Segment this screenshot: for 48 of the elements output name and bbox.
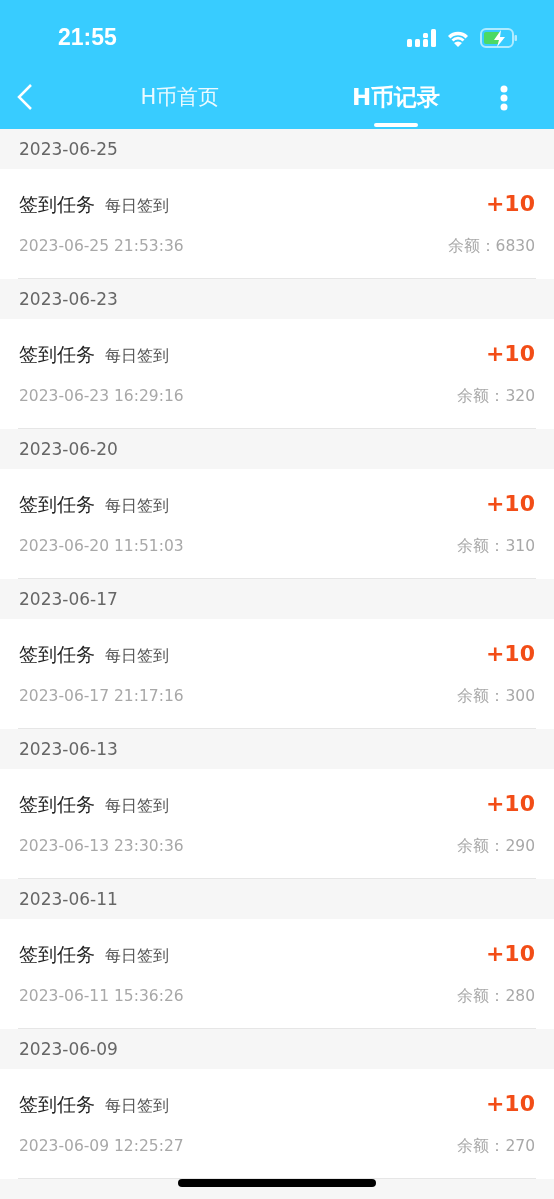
- record-title: 签到任务: [19, 192, 95, 217]
- signal-icon: [407, 28, 436, 47]
- record-title: 签到任务: [19, 1092, 95, 1117]
- record-time: 2023-06-17 21:17:16: [19, 687, 184, 705]
- record-title: 签到任务: [19, 342, 95, 367]
- balance-text: 余额：6830: [447, 236, 535, 257]
- date-header: 2023-06-11: [19, 889, 118, 909]
- balance-text: 余额：300: [457, 686, 535, 707]
- status-time: 21:55: [58, 24, 117, 51]
- record-title: 签到任务: [19, 492, 95, 517]
- coin-amount: +10: [485, 641, 535, 666]
- battery-icon: [480, 27, 518, 48]
- record-time: 2023-06-20 11:51:03: [19, 537, 184, 555]
- nav-tab[interactable]: H币首页: [100, 81, 260, 123]
- coin-amount: +10: [485, 941, 535, 966]
- record-time: 2023-06-25 21:53:36: [19, 237, 184, 255]
- record-time: 2023-06-13 23:30:36: [19, 837, 184, 855]
- balance-text: 余额：310: [457, 536, 535, 557]
- record-subtitle: 每日签到: [105, 946, 169, 967]
- record-subtitle: 每日签到: [105, 346, 169, 367]
- date-header: 2023-06-20: [19, 439, 118, 459]
- record-subtitle: 每日签到: [105, 646, 169, 667]
- record-subtitle: 每日签到: [105, 1096, 169, 1117]
- balance-text: 余额：280: [457, 986, 535, 1007]
- coin-amount: +10: [485, 191, 535, 216]
- record-subtitle: 每日签到: [105, 196, 169, 217]
- record-title: 签到任务: [19, 792, 95, 817]
- date-header: 2023-06-25: [19, 139, 118, 159]
- record-subtitle: 每日签到: [105, 496, 169, 517]
- balance-text: 余额：270: [457, 1136, 535, 1157]
- record-time: 2023-06-11 15:36:26: [19, 987, 184, 1005]
- record-time: 2023-06-23 16:29:16: [19, 387, 184, 405]
- record-subtitle: 每日签到: [105, 796, 169, 817]
- record-time: 2023-06-09 12:25:27: [19, 1137, 184, 1155]
- coin-amount: +10: [485, 791, 535, 816]
- back-icon[interactable]: [16, 83, 34, 111]
- coin-amount: +10: [485, 341, 535, 366]
- coin-amount: +10: [485, 1091, 535, 1116]
- date-header: 2023-06-13: [19, 739, 118, 759]
- balance-text: 余额：320: [457, 386, 535, 407]
- date-header: 2023-06-09: [19, 1039, 118, 1059]
- date-header: 2023-06-17: [19, 589, 118, 609]
- date-header: 2023-06-23: [19, 289, 118, 309]
- record-title: 签到任务: [19, 642, 95, 667]
- more-icon[interactable]: [500, 85, 508, 111]
- record-title: 签到任务: [19, 942, 95, 967]
- coin-amount: +10: [485, 491, 535, 516]
- balance-text: 余额：290: [457, 836, 535, 857]
